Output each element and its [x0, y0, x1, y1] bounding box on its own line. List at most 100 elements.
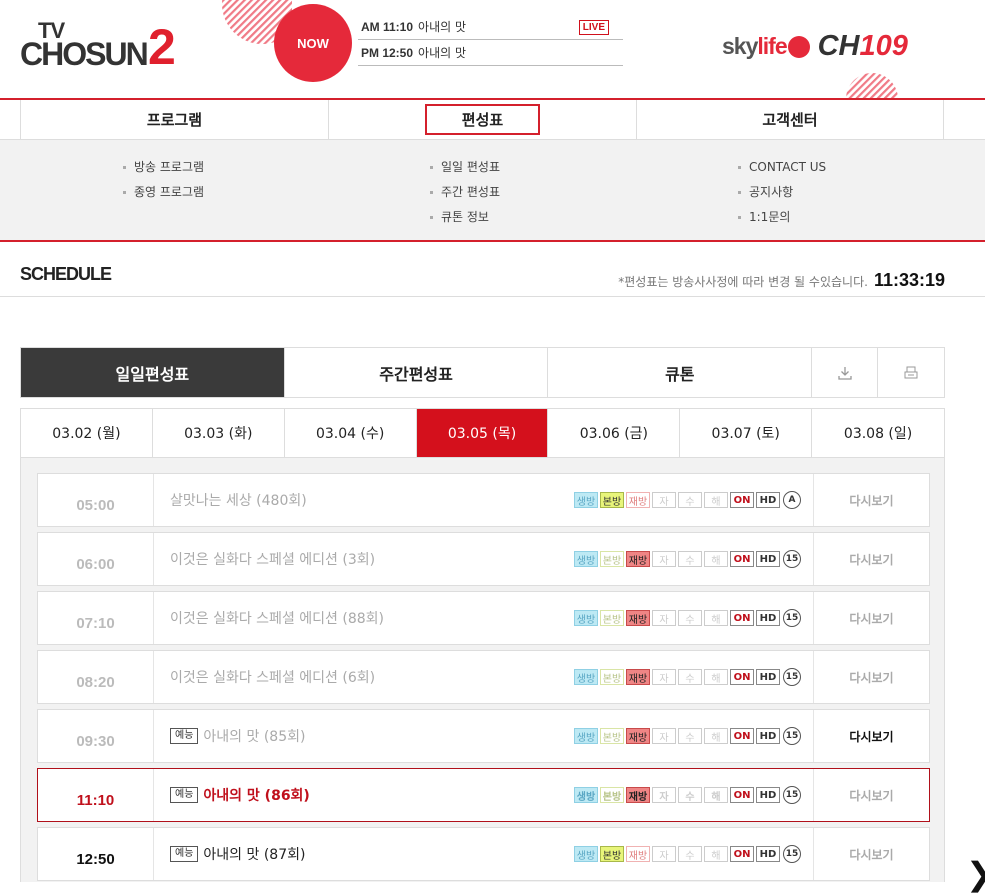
- rating-badge: 15: [783, 845, 801, 863]
- now-item[interactable]: PM 12:50 아내의 맛: [358, 40, 623, 66]
- program-title: 이것은 실화다 스페셜 에디션 (88회): [170, 611, 384, 627]
- date-tab-active[interactable]: 03.05 (목): [416, 409, 549, 457]
- program-row[interactable]: 12:50 예능 아내의 맛 (87회) 생방 본방 재방 자 수 해 ON H…: [37, 827, 930, 881]
- logo-chosun-text: CHOSUN: [20, 36, 149, 72]
- tv-chosun2-logo[interactable]: TV CHOSUN 2: [20, 18, 180, 75]
- badge-hd: HD: [756, 787, 780, 803]
- tab-daily[interactable]: 일일편성표: [21, 348, 285, 397]
- badge-first-run: 본방: [600, 787, 624, 803]
- badge-live: 생방: [574, 669, 598, 685]
- badge-on: ON: [730, 669, 754, 685]
- badge-first-run: 본방: [600, 846, 624, 862]
- submenu-link[interactable]: 종영 프로그램: [122, 182, 204, 207]
- badge-commentary: 해: [704, 610, 728, 626]
- badge-subtitle: 자: [652, 492, 676, 508]
- replay-button[interactable]: 다시보기: [813, 651, 929, 703]
- submenu-link[interactable]: 공지사항: [737, 182, 826, 207]
- genre-tag: 예능: [170, 846, 199, 862]
- date-tab[interactable]: 03.04 (수): [285, 409, 417, 457]
- badge-rerun: 재방: [626, 669, 650, 685]
- nav-customer-center[interactable]: 고객센터: [636, 100, 944, 139]
- badge-rerun: 재방: [626, 610, 650, 626]
- date-selector: 03.02 (월) 03.03 (화) 03.04 (수) 03.05 (목) …: [20, 408, 945, 458]
- next-arrow-icon[interactable]: ❯: [966, 855, 985, 893]
- submenu-link[interactable]: 일일 편성표: [429, 157, 500, 182]
- submenu-link[interactable]: 방송 프로그램: [122, 157, 204, 182]
- program-row[interactable]: 06:00 이것은 실화다 스페셜 에디션 (3회) 생방 본방 재방 자 수 …: [37, 532, 930, 586]
- program-row[interactable]: 08:20 이것은 실화다 스페셜 에디션 (6회) 생방 본방 재방 자 수 …: [37, 650, 930, 704]
- badge-sign: 수: [678, 610, 702, 626]
- replay-button[interactable]: 다시보기: [813, 828, 929, 880]
- replay-button[interactable]: 다시보기: [813, 533, 929, 585]
- nav-schedule[interactable]: 편성표: [328, 100, 636, 139]
- badge-rerun: 재방: [626, 551, 650, 567]
- now-onair-list: AM 11:10 아내의 맛 LIVE PM 12:50 아내의 맛: [358, 14, 623, 66]
- program-row[interactable]: 09:30 예능 아내의 맛 (85회) 생방 본방 재방 자 수 해 ON H…: [37, 709, 930, 763]
- badge-rerun: 재방: [626, 728, 650, 744]
- submenu-link[interactable]: 주간 편성표: [429, 182, 500, 207]
- program-badges: 생방 본방 재방 자 수 해 ON HD 15: [574, 845, 801, 863]
- program-badges: 생방 본방 재방 자 수 해 ON HD A: [574, 491, 801, 509]
- rating-badge: 15: [783, 786, 801, 804]
- badge-on: ON: [730, 492, 754, 508]
- sub-menu: 방송 프로그램 종영 프로그램 일일 편성표 주간 편성표 큐톤 정보 CONT…: [0, 140, 985, 242]
- badge-commentary: 해: [704, 492, 728, 508]
- header: TV CHOSUN 2 NOW AM 11:10 아내의 맛 LIVE PM 1…: [0, 0, 985, 99]
- submenu-col-customer: CONTACT US 공지사항 1:1문의: [737, 157, 826, 232]
- program-row[interactable]: 05:00 살맛나는 세상 (480회) 생방 본방 재방 자 수 해 ON H…: [37, 473, 930, 527]
- badge-subtitle: 자: [652, 551, 676, 567]
- badge-sign: 수: [678, 669, 702, 685]
- badge-hd: HD: [756, 492, 780, 508]
- schedule-note: *편성표는 방송사사정에 따라 변경 될 수있습니다.: [618, 275, 868, 289]
- badge-live: 생방: [574, 846, 598, 862]
- replay-button[interactable]: 다시보기: [813, 710, 929, 762]
- program-time: 11:10: [38, 769, 154, 821]
- skylife-channel-logo: sky life CH 109: [722, 30, 908, 62]
- replay-button[interactable]: 다시보기: [813, 769, 929, 821]
- program-title: 살맛나는 세상 (480회): [170, 493, 307, 509]
- badge-commentary: 해: [704, 787, 728, 803]
- date-tab[interactable]: 03.03 (화): [153, 409, 285, 457]
- replay-button[interactable]: 다시보기: [813, 592, 929, 644]
- badge-hd: HD: [756, 728, 780, 744]
- main-nav: 프로그램 편성표 고객센터: [0, 98, 985, 140]
- nav-program[interactable]: 프로그램: [20, 100, 328, 139]
- date-tab[interactable]: 03.02 (월): [21, 409, 153, 457]
- tab-weekly[interactable]: 주간편성표: [285, 348, 549, 397]
- badge-first-run: 본방: [600, 728, 624, 744]
- program-row[interactable]: 07:10 이것은 실화다 스페셜 에디션 (88회) 생방 본방 재방 자 수…: [37, 591, 930, 645]
- badge-commentary: 해: [704, 728, 728, 744]
- program-title: 아내의 맛 (85회): [203, 729, 306, 745]
- program-badges: 생방 본방 재방 자 수 해 ON HD 15: [574, 668, 801, 686]
- download-icon[interactable]: [812, 348, 879, 397]
- print-icon[interactable]: [878, 348, 944, 397]
- program-row-current[interactable]: 11:10 예능 아내의 맛 (86회) 생방 본방 재방 자 수 해 ON H…: [37, 768, 930, 822]
- current-clock: 11:33:19: [873, 270, 945, 290]
- submenu-col-program: 방송 프로그램 종영 프로그램: [122, 157, 204, 207]
- program-title: 아내의 맛 (87회): [203, 847, 306, 863]
- now-badge[interactable]: NOW: [274, 4, 352, 82]
- genre-tag: 예능: [170, 787, 199, 803]
- replay-button[interactable]: 다시보기: [813, 474, 929, 526]
- badge-commentary: 해: [704, 551, 728, 567]
- now-item[interactable]: AM 11:10 아내의 맛 LIVE: [358, 14, 623, 40]
- submenu-link[interactable]: 1:1문의: [737, 207, 826, 232]
- badge-on: ON: [730, 728, 754, 744]
- date-tab[interactable]: 03.06 (금): [548, 409, 681, 457]
- date-tab[interactable]: 03.07 (토): [680, 409, 813, 457]
- badge-sign: 수: [678, 846, 702, 862]
- tab-cuetone[interactable]: 큐톤: [548, 348, 813, 397]
- badge-on: ON: [730, 787, 754, 803]
- program-badges: 생방 본방 재방 자 수 해 ON HD 15: [574, 727, 801, 745]
- badge-subtitle: 자: [652, 610, 676, 626]
- live-badge: LIVE: [578, 20, 609, 35]
- badge-sign: 수: [678, 551, 702, 567]
- page-title: SCHEDULE: [20, 264, 112, 284]
- submenu-link[interactable]: CONTACT US: [737, 157, 826, 182]
- schedule-tabs: 일일편성표 주간편성표 큐톤: [20, 347, 945, 398]
- badge-live: 생방: [574, 551, 598, 567]
- skylife-dot-icon: [787, 35, 810, 58]
- date-tab[interactable]: 03.08 (일): [812, 409, 944, 457]
- badge-sign: 수: [678, 728, 702, 744]
- submenu-link[interactable]: 큐톤 정보: [429, 207, 500, 232]
